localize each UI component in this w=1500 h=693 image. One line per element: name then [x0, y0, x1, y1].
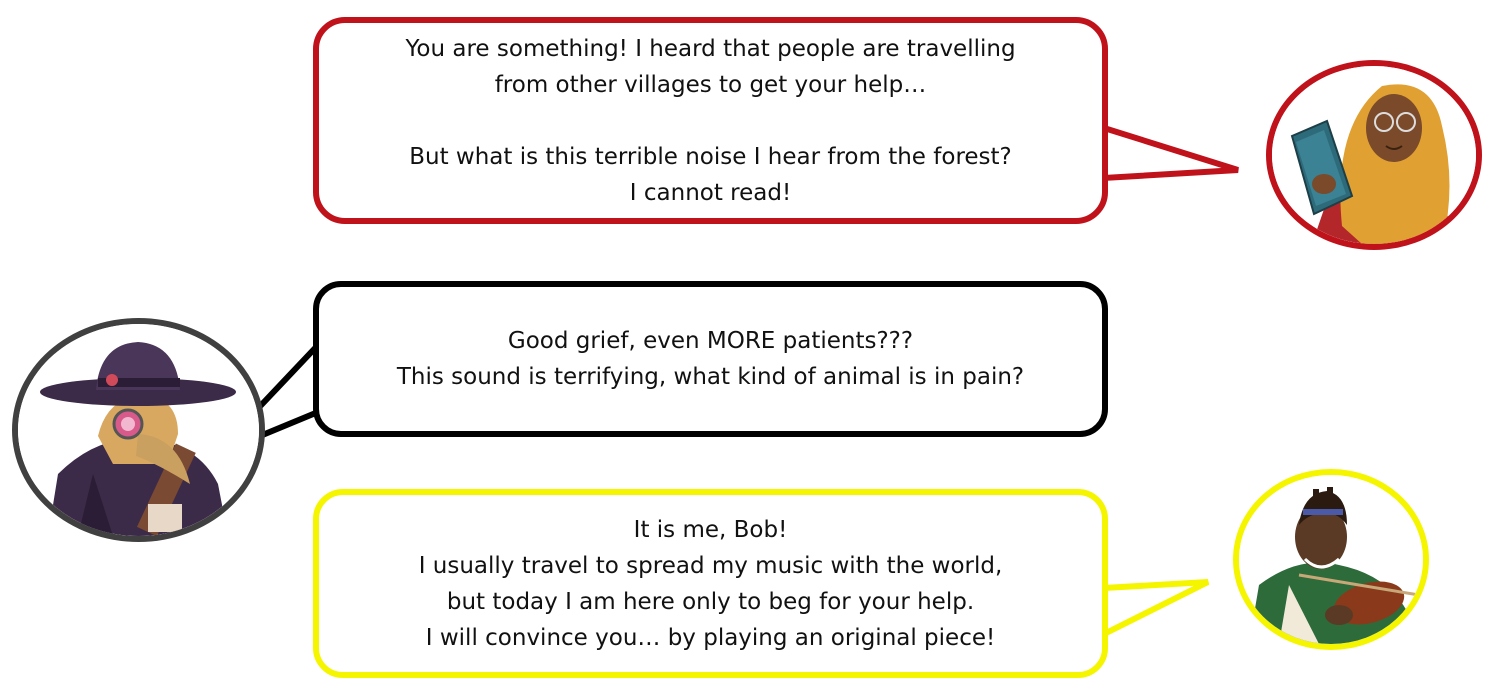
- bubble-3-tail: [1101, 579, 1210, 639]
- plague-doctor-avatar: [12, 318, 265, 542]
- bubble-line: I cannot read!: [629, 179, 792, 206]
- reading-woman-icon: [1272, 66, 1476, 244]
- bubble-line: but today I am here only to beg for your…: [446, 588, 975, 615]
- bubble-line: Good grief, even MORE patients???: [507, 328, 914, 354]
- speech-bubble-doctor: Good grief, even MORE patients??? This s…: [313, 281, 1108, 437]
- speech-bubble-reader: You are something! I heard that people a…: [313, 17, 1108, 224]
- bubble-line: But what is this terrible noise I hear f…: [409, 143, 1012, 170]
- bubble-line: I will convince you… by playing an origi…: [425, 624, 996, 651]
- reading-woman-avatar: [1266, 60, 1482, 250]
- violinist-bob-avatar: [1233, 469, 1429, 650]
- bubble-line: It is me, Bob!: [633, 516, 788, 543]
- violinist-bob-icon: [1239, 475, 1423, 644]
- bubble-line: from other villages to get your help…: [494, 71, 927, 98]
- bubble-line: I usually travel to spread my music with…: [418, 552, 1003, 579]
- plague-doctor-icon: [18, 324, 259, 536]
- bubble-line: This sound is terrifying, what kind of a…: [396, 364, 1025, 390]
- bubble-1-tail: [1101, 123, 1239, 182]
- speech-bubble-bob: It is me, Bob! I usually travel to sprea…: [313, 489, 1108, 678]
- bubble-line: You are something! I heard that people a…: [405, 35, 1016, 62]
